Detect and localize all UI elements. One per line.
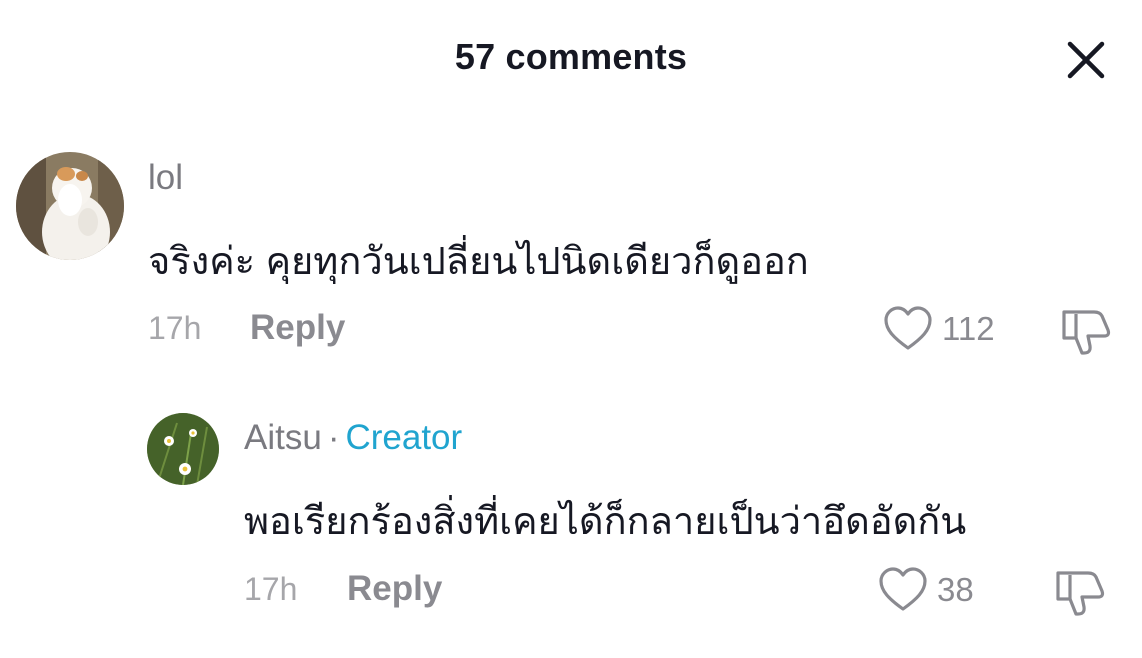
comment-text: จริงค่ะ คุยทุกวันเปลี่ยนไปนิดเดียวก็ดูออ… [148, 241, 809, 283]
thumbs-down-icon[interactable] [1052, 567, 1108, 624]
close-icon[interactable] [1062, 36, 1110, 84]
like-count: 112 [942, 310, 995, 347]
comments-title: 57 comments [454, 36, 688, 77]
heart-icon[interactable] [877, 565, 929, 620]
cat-avatar[interactable] [16, 152, 124, 260]
reply-username-line: Aitsu · Creator [244, 418, 462, 458]
creator-badge: Creator [345, 418, 463, 457]
thumbs-down-icon[interactable] [1058, 306, 1114, 363]
heart-icon[interactable] [882, 304, 934, 359]
comments-header: 57 comments [0, 0, 1142, 116]
comment-username[interactable]: lol [148, 158, 183, 198]
flower-avatar[interactable] [147, 413, 219, 485]
like-count: 38 [937, 571, 974, 608]
separator-dot: · [327, 418, 340, 457]
reply-button[interactable]: Reply [347, 569, 442, 609]
comment-text: พอเรียกร้องสิ่งที่เคยได้ก็กลายเป็นว่าอึด… [244, 501, 967, 543]
reply-button[interactable]: Reply [250, 308, 345, 348]
comment-time: 17h [244, 571, 298, 607]
comment-username[interactable]: Aitsu [244, 418, 322, 457]
comment-time: 17h [148, 310, 202, 346]
